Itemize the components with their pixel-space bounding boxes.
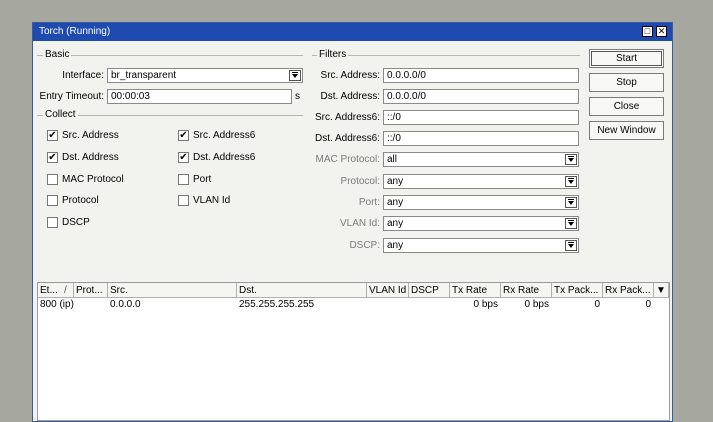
checkbox-dscp[interactable]	[47, 217, 58, 228]
dscp-value: any	[387, 240, 404, 251]
table-cell-rx-rate[interactable]: 0 bps	[501, 298, 549, 311]
checkbox-port[interactable]	[178, 174, 189, 185]
column-header-dscp[interactable]: DSCP	[409, 283, 450, 298]
table-cell-src[interactable]: 0.0.0.0	[110, 298, 141, 311]
window-body: Basic Interface: br_transparent Entry Ti…	[33, 41, 672, 421]
new-window-button[interactable]: New Window	[589, 121, 664, 140]
checkbox-label-dscp: DSCP	[62, 217, 90, 228]
column-header-dst[interactable]: Dst.	[237, 283, 367, 298]
minimize-icon[interactable]: □	[642, 26, 653, 37]
checkbox-label-dst-address6: Dst. Address6	[193, 152, 256, 163]
table-cell-tx-packets[interactable]: 0	[552, 298, 600, 311]
column-header-eth[interactable]: Et... /	[38, 283, 74, 298]
dropdown-arrow-icon[interactable]	[289, 70, 301, 81]
basic-group-label: Basic	[43, 49, 72, 60]
dropdown-arrow-icon[interactable]	[565, 240, 577, 251]
start-button[interactable]: Start	[589, 49, 664, 68]
checkbox-mac-protocol[interactable]	[47, 174, 58, 185]
column-header-rx-packets[interactable]: Rx Pack...	[603, 283, 654, 298]
window-title: Torch (Running)	[39, 26, 111, 37]
src-address-value: 0.0.0.0/0	[387, 70, 426, 81]
dst-address6-input[interactable]: ::/0	[383, 131, 579, 146]
checkbox-label-port: Port	[193, 174, 212, 185]
src-address6-input[interactable]: ::/0	[383, 110, 579, 125]
table-cell-rx-packets[interactable]: 0	[603, 298, 651, 311]
column-header-tx-rate[interactable]: Tx Rate	[450, 283, 501, 298]
protocol-select[interactable]: any	[383, 174, 579, 189]
checkbox-label-dst-address: Dst. Address	[62, 152, 119, 163]
entry-timeout-input[interactable]: 00:00:03	[107, 89, 292, 104]
column-header-protocol[interactable]: Prot...	[74, 283, 108, 298]
table-cell-tx-rate[interactable]: 0 bps	[450, 298, 498, 311]
checkbox-dst-address[interactable]: ✔	[47, 152, 58, 163]
column-header-eth-label: Et...	[40, 285, 58, 296]
basic-divider	[37, 55, 303, 56]
protocol-label: Protocol:	[340, 176, 380, 187]
protocol-value: any	[387, 176, 404, 187]
collect-group-label: Collect	[43, 109, 78, 120]
filters-divider	[312, 55, 580, 56]
dropdown-arrow-icon[interactable]	[565, 154, 577, 165]
dscp-select[interactable]: any	[383, 238, 579, 253]
port-value: any	[387, 197, 404, 208]
mac-protocol-value: all	[387, 154, 398, 165]
table-cell-dst[interactable]: 255.255.255.255	[239, 298, 314, 311]
vlan-id-select[interactable]: any	[383, 216, 579, 231]
sort-indicator: /	[64, 285, 67, 296]
checkbox-vlan-id[interactable]	[178, 195, 189, 206]
column-header-tx-packets[interactable]: Tx Pack...	[552, 283, 603, 298]
checkbox-label-src-address6: Src. Address6	[193, 130, 256, 141]
dropdown-arrow-icon[interactable]	[565, 176, 577, 187]
torch-window: Torch (Running) □ ✕ Basic Interface: br_…	[32, 22, 673, 422]
port-label: Port:	[358, 197, 380, 208]
table-cell-eth[interactable]: 800 (ip)	[40, 298, 74, 311]
dst-address6-value: ::/0	[387, 133, 401, 144]
checkbox-dst-address6[interactable]: ✔	[178, 152, 189, 163]
close-button[interactable]: Close	[589, 97, 664, 116]
column-header-src[interactable]: Src.	[108, 283, 237, 298]
src-address6-label: Src. Address6:	[314, 112, 380, 123]
dst-address-input[interactable]: 0.0.0.0/0	[383, 89, 579, 104]
port-select[interactable]: any	[383, 195, 579, 210]
results-table: Et... / Prot... Src. Dst. VLAN Id DSCP T…	[37, 282, 670, 421]
title-bar[interactable]: Torch (Running) □ ✕	[33, 23, 672, 41]
close-icon[interactable]: ✕	[656, 26, 667, 37]
src-address-input[interactable]: 0.0.0.0/0	[383, 68, 579, 83]
dropdown-arrow-icon[interactable]	[565, 197, 577, 208]
interface-value: br_transparent	[111, 70, 177, 81]
mac-protocol-label: MAC Protocol:	[315, 154, 380, 165]
filters-group-label: Filters	[317, 49, 349, 60]
vlan-id-value: any	[387, 218, 404, 229]
stop-button[interactable]: Stop	[589, 73, 664, 92]
vlan-id-label: VLAN Id:	[339, 218, 380, 229]
checkbox-protocol[interactable]	[47, 195, 58, 206]
dst-address-label: Dst. Address:	[320, 91, 380, 102]
entry-timeout-label: Entry Timeout:	[39, 91, 104, 102]
src-address-label: Src. Address:	[320, 70, 380, 81]
checkbox-label-mac-protocol: MAC Protocol	[62, 174, 124, 185]
interface-label: Interface:	[62, 70, 104, 81]
dst-address6-label: Dst. Address6:	[314, 133, 380, 144]
dscp-label: DSCP:	[349, 240, 380, 251]
column-header-vlan-id[interactable]: VLAN Id	[367, 283, 409, 298]
checkbox-label-protocol: Protocol	[62, 195, 99, 206]
checkbox-src-address6[interactable]: ✔	[178, 130, 189, 141]
column-menu-icon[interactable]: ▼	[654, 283, 669, 298]
checkbox-src-address[interactable]: ✔	[47, 130, 58, 141]
entry-timeout-value: 00:00:03	[111, 91, 150, 102]
entry-timeout-unit: s	[295, 91, 300, 102]
checkbox-label-vlan-id: VLAN Id	[193, 195, 231, 206]
mac-protocol-select[interactable]: all	[383, 152, 579, 167]
checkbox-label-src-address: Src. Address	[62, 130, 119, 141]
src-address6-value: ::/0	[387, 112, 401, 123]
column-header-rx-rate[interactable]: Rx Rate	[501, 283, 552, 298]
dst-address-value: 0.0.0.0/0	[387, 91, 426, 102]
interface-select[interactable]: br_transparent	[107, 68, 303, 83]
dropdown-arrow-icon[interactable]	[565, 218, 577, 229]
